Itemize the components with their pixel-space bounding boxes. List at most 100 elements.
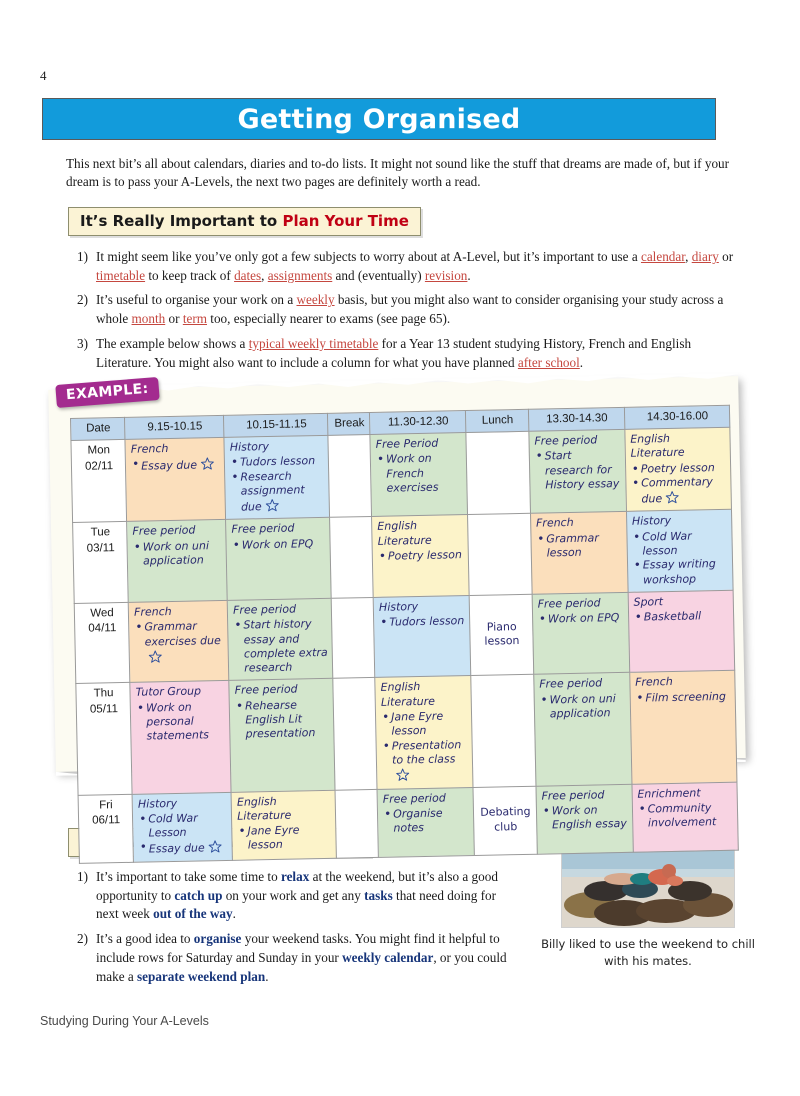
cell-task-item: Cold War lesson xyxy=(632,529,728,560)
timetable-cell xyxy=(331,597,375,679)
cell-subject-title: Free period xyxy=(537,596,601,611)
list-item-number: 2) xyxy=(77,931,88,947)
timetable-row: Thu 05/11 Tutor GroupWork on personal stat… xyxy=(75,670,737,795)
cell-task-item: Start history essay and complete extra r… xyxy=(233,617,328,676)
cell-subject-title: English Literature xyxy=(630,431,685,461)
timetable-cell: FrenchGrammar lesson xyxy=(530,511,628,595)
timetable-col-header: 14.30-16.00 xyxy=(624,405,730,430)
highlight-bold: separate weekend plan xyxy=(137,968,266,984)
timetable-cell: FrenchFilm screening xyxy=(629,670,737,784)
cell-task-item: Work on English essay xyxy=(542,803,628,833)
cell-task-item: Grammar exercises due xyxy=(134,619,224,666)
cell-subject-title: English Literature xyxy=(236,794,292,823)
section-heading-plan-your-time: It’s Really Important to Plan Your Time xyxy=(68,207,421,236)
list-item: 2) It’s useful to organise your work on a… xyxy=(70,291,738,328)
text-run: It’s a good idea to xyxy=(96,931,194,947)
cell-task-item: Presentation to the class xyxy=(382,738,469,785)
text-run: It might seem like you’ve only got a few… xyxy=(96,249,641,264)
cell-subject-title: Enrichment xyxy=(637,785,701,801)
timetable-date-cell: Thu 05/11 xyxy=(75,682,133,795)
text-run: and (eventually) xyxy=(332,267,425,283)
timetable-cell: FrenchEssay due xyxy=(125,437,226,522)
text-run: on your work and get any xyxy=(222,887,365,903)
highlight-bold: relax xyxy=(280,869,310,884)
numbered-list-plan-your-time: 1) It might seem like you’ve only got a f… xyxy=(70,248,738,378)
timetable-cell: Tutor GroupWork on personal statements xyxy=(130,680,232,794)
timetable-col-header: 11.30-12.30 xyxy=(369,410,466,435)
weekly-timetable: Date 9.15-10.15 10.15-11.15 Break 11.30-12.3… xyxy=(70,405,739,864)
highlight-underline: typical weekly timetable xyxy=(248,335,379,351)
cell-task-item: Essay due xyxy=(139,839,228,857)
timetable-col-header: Lunch xyxy=(465,409,529,433)
page-root: 4 Getting Organised This next bit’s all … xyxy=(0,0,800,1096)
timetable-date-cell: Wed 04/11 xyxy=(74,602,131,684)
text-run: . xyxy=(265,968,269,984)
cell-subject-title: French xyxy=(133,604,172,619)
timetable-cell: Free periodStart research for History es… xyxy=(528,429,627,514)
cell-subject-title: French xyxy=(634,675,673,690)
text-run: or xyxy=(718,249,734,264)
text-run: It’s useful to organise your work on a xyxy=(96,292,297,308)
text-run: to keep track of xyxy=(145,267,235,283)
cell-subject-title: Sport xyxy=(633,595,664,609)
cell-task-item: Work on uni application xyxy=(133,539,223,569)
star-icon xyxy=(265,498,280,513)
list-item: 1) It’s important to take some time to re… xyxy=(70,868,520,924)
timetable-cell: Free periodOrganise notes xyxy=(377,787,475,858)
page-title: Getting Organised xyxy=(237,103,521,135)
list-item-number: 1) xyxy=(77,249,88,264)
cell-subject-title: Free period xyxy=(231,522,295,537)
date-label: 04/11 xyxy=(88,622,117,636)
highlight-underline: diary xyxy=(691,249,719,264)
cell-task-item: Grammar lesson xyxy=(536,531,622,561)
timetable-cell: English LiteratureJane Eyre lessonPresen… xyxy=(374,675,473,789)
timetable-cell: HistoryCold War lessonEssay writing work… xyxy=(626,509,734,593)
text-run: . xyxy=(579,354,584,370)
text-run: . xyxy=(467,267,471,283)
cell-task-item: Basketball xyxy=(634,609,730,625)
list-item-number: 2) xyxy=(77,292,88,308)
star-icon xyxy=(665,490,680,505)
day-label: Fri xyxy=(99,798,113,812)
cell-subject-title: Free Period xyxy=(375,436,439,451)
cell-task-item: Work on EPQ xyxy=(232,537,326,553)
star-icon xyxy=(148,649,163,664)
cell-task-item: Commentary due xyxy=(631,475,727,508)
timetable-col-header: 10.15-11.15 xyxy=(223,413,329,438)
page-footer: Studying During Your A-Levels xyxy=(40,1014,209,1028)
date-label: 06/11 xyxy=(92,814,121,827)
timetable-row: Fri06/11HistoryCold War LessonEssay dueE… xyxy=(78,781,739,864)
highlight-bold: organise xyxy=(193,931,242,947)
cell-subject-title: Free period xyxy=(382,791,446,806)
list-item-text: It’s important to take some time to rela… xyxy=(96,868,520,924)
page-number: 4 xyxy=(40,68,47,83)
list-item-text: It might seem like you’ve only got a few… xyxy=(96,248,738,285)
cell-task-item: Film screening xyxy=(635,690,731,706)
text-run: or xyxy=(165,311,183,327)
cell-task-item: Cold War Lesson xyxy=(138,811,228,841)
date-label: 03/11 xyxy=(86,542,115,555)
list-item: 2) It’s a good idea to organise your week… xyxy=(70,930,520,986)
cell-task-item: Essay writing workshop xyxy=(633,557,729,588)
cell-task-item: Organise notes xyxy=(383,806,469,836)
timetable-row: Mon 02/11 FrenchEssay dueHistoryTudors les… xyxy=(70,427,732,523)
cell-task-item: Poetry lesson xyxy=(378,548,464,564)
timetable-table: Date 9.15-10.15 10.15-11.15 Break 11.30-12.3… xyxy=(70,405,739,864)
day-label: Tue xyxy=(90,526,111,540)
cell-task-item: Work on EPQ xyxy=(538,611,624,627)
cell-subject-title: Free period xyxy=(539,676,603,692)
timetable-date-cell: Mon 02/11 xyxy=(70,439,127,523)
timetable-cell xyxy=(333,677,378,790)
timetable-cell xyxy=(335,788,379,858)
list-item-text: The example below shows a typical weekly… xyxy=(96,335,738,372)
cell-task-item: Work on French exercises xyxy=(376,451,463,496)
text-run: , xyxy=(261,267,268,283)
cell-subject-title: Free period xyxy=(232,602,297,617)
cell-subject-title: English Literature xyxy=(377,519,432,548)
timetable-col-header: 13.30-14.30 xyxy=(528,407,625,432)
numbered-list-weekend: 1) It’s important to take some time to re… xyxy=(70,868,520,992)
cell-subject-title: Tutor Group xyxy=(135,684,202,700)
list-item-number: 1) xyxy=(77,869,88,884)
star-icon xyxy=(208,839,223,854)
photo-caption: Billy liked to use the weekend to chill … xyxy=(541,937,755,968)
